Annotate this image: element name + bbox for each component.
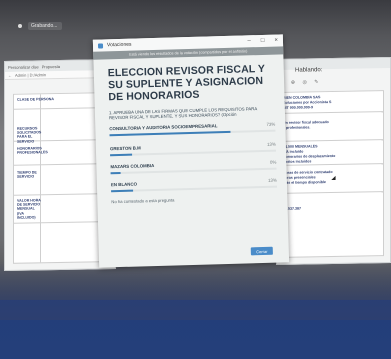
toolbar-icons[interactable]: ▾ ⊕ ◎ ✎ xyxy=(281,79,321,86)
doc-cell: horas presenciales xyxy=(283,175,316,180)
close-button[interactable]: Cerrar xyxy=(250,246,273,256)
not-answered-note: No ha contestado a esta pregunta xyxy=(111,197,175,205)
doc-cell: CLASE DE PERSONA xyxy=(17,97,54,102)
talking-indicator: Hablando: xyxy=(295,67,323,74)
result-bar-fill xyxy=(110,172,121,175)
doc-cell: Honorarios de desplazamiento xyxy=(283,153,336,159)
tab-personalizar[interactable]: Personalizar dise xyxy=(8,64,39,70)
table-divider xyxy=(280,111,383,114)
record-icon xyxy=(18,24,22,28)
poll-option: GRESTON B.M 13% xyxy=(110,142,277,157)
window-title: Votaciones xyxy=(106,41,132,49)
address-text: Admin | D:/Admin xyxy=(15,72,47,78)
table-divider xyxy=(280,139,383,142)
photo-background: Grabando... Personalizar dise Propuesta … xyxy=(0,0,391,359)
option-percent: 13% xyxy=(266,142,276,148)
doc-cell: más el tiempo disponible xyxy=(283,180,326,185)
table-divider xyxy=(14,163,108,166)
result-bar-fill xyxy=(111,190,133,193)
doc-cell: Soluciones por Accionista S xyxy=(283,100,332,105)
doc-cell: gastos incluidos xyxy=(283,159,312,164)
doc-cell: VALOR HORA DE SERVICIO MENSUAL (IVA INCL… xyxy=(17,198,41,220)
minimize-icon[interactable]: – xyxy=(247,38,251,44)
close-icon[interactable]: × xyxy=(274,38,278,44)
result-bar-track xyxy=(109,130,276,137)
doc-cell: y profesionales. xyxy=(283,125,311,130)
result-bar-fill xyxy=(110,154,132,157)
browser-tabbar: Hablando: xyxy=(277,58,390,74)
result-bar-fill xyxy=(109,131,231,137)
doc-cell: Horas de servicio contratado xyxy=(283,170,333,175)
window-controls: – □ × xyxy=(247,38,278,45)
option-percent: 0% xyxy=(269,160,277,166)
app-icon xyxy=(97,42,104,49)
doc-cell: TIEMPO DE SERVICIO xyxy=(17,170,37,179)
proposal-document-right: BIEN COLOMBIA SAS Soluciones por Accioni… xyxy=(279,90,384,258)
poll-option: CONSULTORIA Y AUDITORIA SOCIOEMPRESARIAL… xyxy=(109,122,276,137)
doc-cell: $4.500 MENSUALES xyxy=(283,144,318,149)
recording-label: Grabando... xyxy=(28,22,62,30)
maximize-icon[interactable]: □ xyxy=(261,38,265,44)
table-divider xyxy=(14,193,108,196)
result-bar-track xyxy=(110,168,277,175)
poll-question: 1. APRUEBA UNA DE LAS FIRMAS QUE CUMPLE … xyxy=(108,106,258,121)
back-icon[interactable]: ← xyxy=(8,73,12,78)
doc-cell: RECURSOS SOLICITADOS PARA EL SERVICIO xyxy=(17,126,42,144)
poll-option: EN BLANCO 13% xyxy=(111,178,278,193)
tab-propuesta[interactable]: Propuesta xyxy=(42,64,60,69)
background-browser-right[interactable]: Hablando: ▾ ⊕ ◎ ✎ BIEN COLOMBIA SAS Solu… xyxy=(276,56,391,266)
option-percent: 73% xyxy=(266,122,276,128)
doc-cell: Un revisor fiscal adecuado xyxy=(283,120,329,125)
doc-cell: NIT 900.000.000-9 xyxy=(283,105,313,110)
result-bar-track xyxy=(111,186,278,193)
poll-option: MAZARS COLOMBIA 0% xyxy=(110,160,277,175)
table-divider xyxy=(14,221,108,224)
result-bar-track xyxy=(110,150,277,157)
recording-status: Grabando... xyxy=(18,22,62,30)
doc-cell: HONORARIOS PROFESIONALES xyxy=(17,146,48,155)
poll-heading: ELECCION REVISOR FISCAL Y SU SUPLENTE Y … xyxy=(107,62,266,104)
dialog-content: ELECCION REVISOR FISCAL Y SU SUPLENTE Y … xyxy=(93,54,287,211)
option-percent: 13% xyxy=(267,178,277,184)
poll-results-dialog: Votaciones – □ × Está viendo los resulta… xyxy=(92,34,290,268)
table-divider xyxy=(280,191,383,194)
